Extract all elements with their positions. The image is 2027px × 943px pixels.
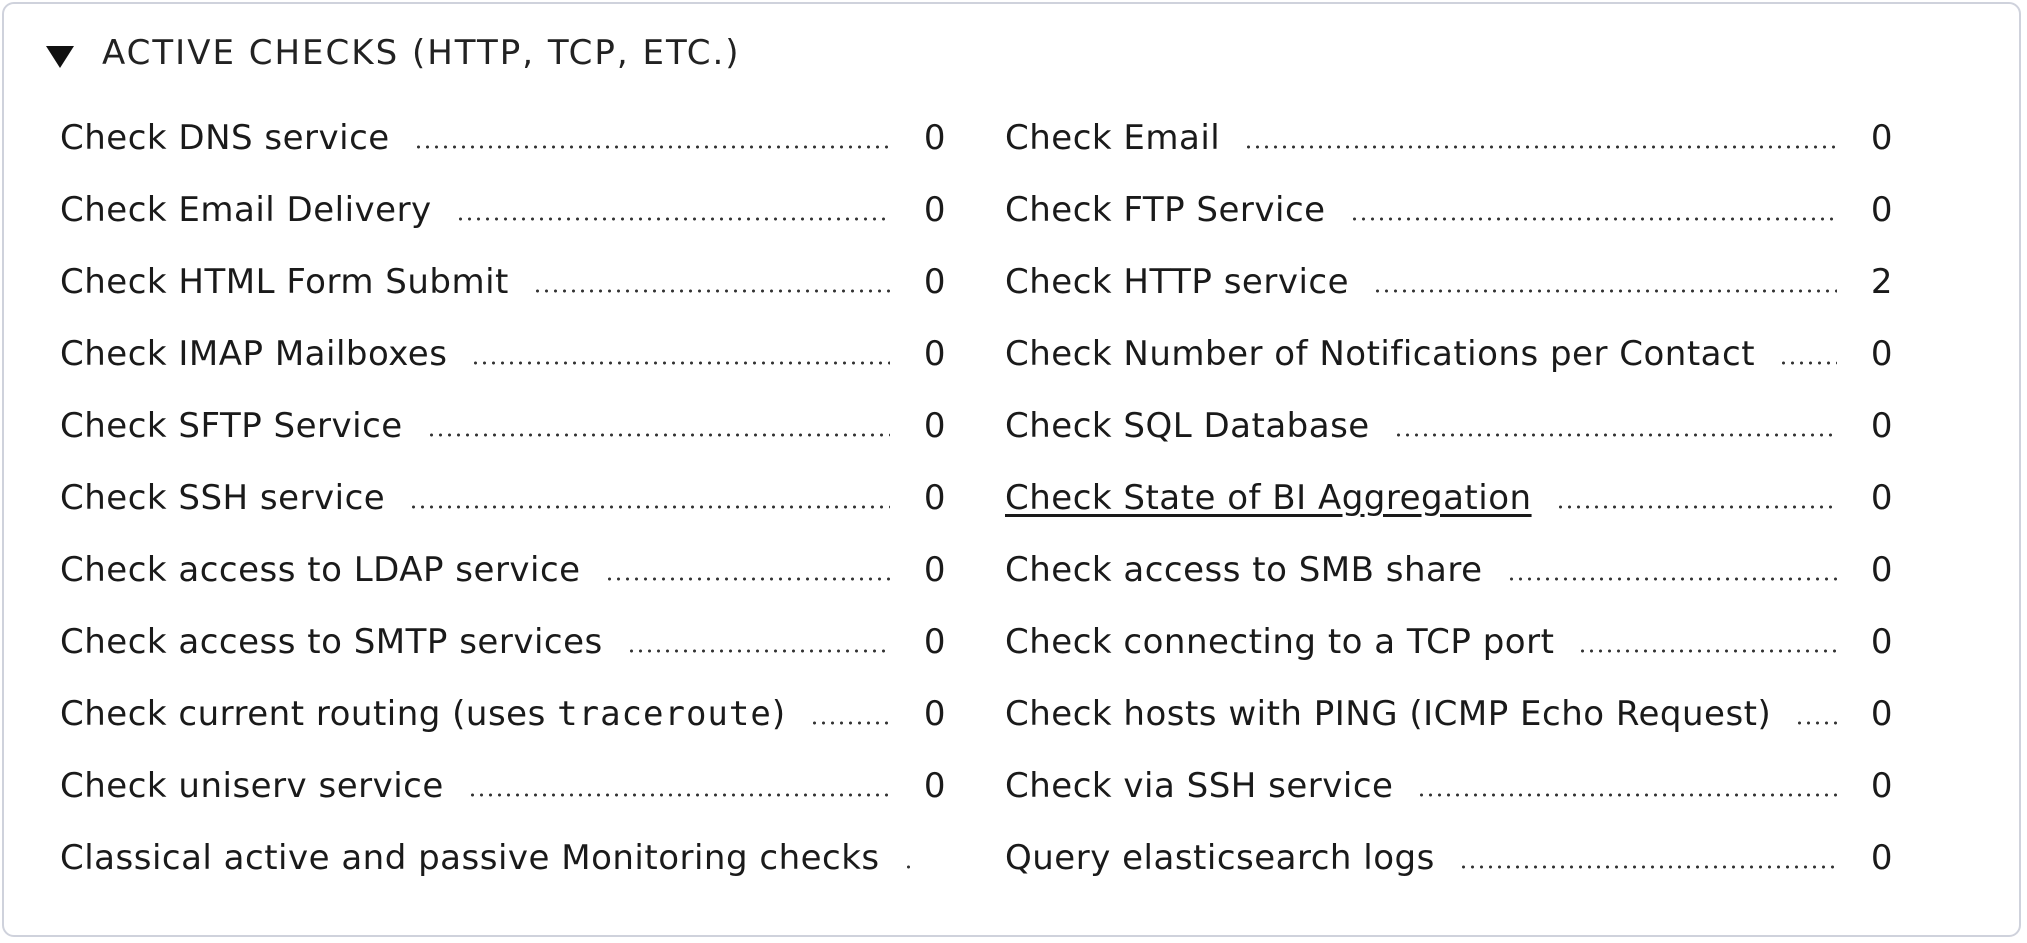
- dot-leader: [1349, 217, 1837, 221]
- check-count: 0: [923, 550, 946, 590]
- check-label-prefix: Check current routing (uses: [60, 694, 558, 734]
- dot-leader: [467, 793, 890, 797]
- dot-leader: [1458, 865, 1837, 869]
- section-header-toggle[interactable]: ACTIVE CHECKS (HTTP, TCP, ETC.): [46, 30, 741, 76]
- check-item-via-ssh[interactable]: Check via SSH service 0: [1005, 750, 1893, 822]
- dot-leader: [1795, 721, 1837, 725]
- check-label: Check HTML Form Submit: [60, 262, 509, 302]
- check-item-html-form[interactable]: Check HTML Form Submit 0: [60, 246, 946, 318]
- dot-leader: [413, 145, 890, 149]
- dot-leader: [626, 649, 890, 653]
- check-count: 0: [1870, 622, 1893, 662]
- check-item-smtp[interactable]: Check access to SMTP services 0: [60, 606, 946, 678]
- check-count: 0: [923, 622, 946, 662]
- dot-leader: [455, 217, 890, 221]
- dot-leader: [409, 505, 890, 509]
- check-item-elasticsearch[interactable]: Query elasticsearch logs 0: [1005, 822, 1893, 894]
- check-count: 0: [1870, 406, 1893, 446]
- check-label: Check IMAP Mailboxes: [60, 334, 448, 374]
- check-label: Check FTP Service: [1005, 190, 1326, 230]
- check-label: Check uniserv service: [60, 766, 444, 806]
- check-count: 0: [1870, 766, 1893, 806]
- check-label: Check via SSH service: [1005, 766, 1394, 806]
- check-item-http[interactable]: Check HTTP service 2: [1005, 246, 1893, 318]
- active-checks-panel: ACTIVE CHECKS (HTTP, TCP, ETC.) Check DN…: [2, 2, 2021, 937]
- dot-leader: [1417, 793, 1837, 797]
- check-count: 2: [1870, 262, 1893, 302]
- check-item-ftp[interactable]: Check FTP Service 0: [1005, 174, 1893, 246]
- check-count: 0: [923, 694, 946, 734]
- check-item-uniserv[interactable]: Check uniserv service 0: [60, 750, 946, 822]
- check-item-classical[interactable]: Classical active and passive Monitoring …: [60, 822, 946, 894]
- check-label: Check hosts with PING (ICMP Echo Request…: [1005, 694, 1772, 734]
- check-item-ssh[interactable]: Check SSH service 0: [60, 462, 946, 534]
- check-count: 0: [1870, 478, 1893, 518]
- check-list: Check DNS service 0 Check Email 0 Check …: [60, 102, 1893, 894]
- dot-leader: [903, 865, 914, 869]
- check-count: 0: [923, 118, 946, 158]
- check-count: 0: [923, 262, 946, 302]
- check-item-sftp[interactable]: Check SFTP Service 0: [60, 390, 946, 462]
- check-count: 0: [1870, 118, 1893, 158]
- check-count: 0: [1870, 838, 1893, 878]
- check-count: 0: [1870, 694, 1893, 734]
- check-label: Check access to LDAP service: [60, 550, 581, 590]
- check-count: 2: [914, 838, 946, 878]
- check-label-code: traceroute: [557, 694, 772, 734]
- check-label: Check current routing (uses traceroute): [60, 694, 810, 734]
- dot-leader: [1779, 361, 1837, 365]
- section-title: ACTIVE CHECKS (HTTP, TCP, ETC.): [102, 33, 741, 73]
- check-label: Check DNS service: [60, 118, 390, 158]
- dot-leader: [532, 289, 890, 293]
- check-label: Check Email: [1005, 118, 1221, 158]
- check-item-dns[interactable]: Check DNS service 0: [60, 102, 946, 174]
- check-item-notifications[interactable]: Check Number of Notifications per Contac…: [1005, 318, 1893, 390]
- dot-leader: [1506, 577, 1837, 581]
- check-item-bi-aggregation[interactable]: Check State of BI Aggregation 0: [1005, 462, 1893, 534]
- dot-leader: [1393, 433, 1837, 437]
- check-item-email-delivery[interactable]: Check Email Delivery 0: [60, 174, 946, 246]
- check-item-ping[interactable]: Check hosts with PING (ICMP Echo Request…: [1005, 678, 1893, 750]
- check-label-suffix: ): [771, 694, 786, 734]
- check-count: 0: [923, 406, 946, 446]
- check-label: Check SSH service: [60, 478, 386, 518]
- check-item-tcp[interactable]: Check connecting to a TCP port 0: [1005, 606, 1893, 678]
- check-label: Check Email Delivery: [60, 190, 432, 230]
- check-item-ldap[interactable]: Check access to LDAP service 0: [60, 534, 946, 606]
- check-item-email[interactable]: Check Email 0: [1005, 102, 1893, 174]
- dot-leader: [1244, 145, 1837, 149]
- check-label: Check SQL Database: [1005, 406, 1370, 446]
- check-label: Classical active and passive Monitoring …: [60, 838, 880, 878]
- check-count: 0: [1870, 334, 1893, 374]
- check-label: Query elasticsearch logs: [1005, 838, 1435, 878]
- check-count: 0: [923, 190, 946, 230]
- check-label: Check connecting to a TCP port: [1005, 622, 1555, 662]
- check-count: 0: [923, 334, 946, 374]
- dot-leader: [426, 433, 890, 437]
- dot-leader: [1578, 649, 1837, 653]
- dot-leader: [1555, 505, 1837, 509]
- bi-aggregation-link[interactable]: Check State of BI Aggregation: [1005, 478, 1556, 518]
- check-item-imap[interactable]: Check IMAP Mailboxes 0: [60, 318, 946, 390]
- check-label: Check access to SMB share: [1005, 550, 1483, 590]
- triangle-down-icon: [46, 46, 74, 68]
- check-count: 0: [1870, 550, 1893, 590]
- dot-leader: [809, 721, 890, 725]
- check-item-smb[interactable]: Check access to SMB share 0: [1005, 534, 1893, 606]
- check-count: 0: [1870, 190, 1893, 230]
- check-label: Check HTTP service: [1005, 262, 1350, 302]
- check-count: 0: [923, 766, 946, 806]
- dot-leader: [471, 361, 890, 365]
- check-count: 0: [923, 478, 946, 518]
- dot-leader: [604, 577, 890, 581]
- check-label: Check Number of Notifications per Contac…: [1005, 334, 1756, 374]
- check-item-sql[interactable]: Check SQL Database 0: [1005, 390, 1893, 462]
- dot-leader: [1373, 289, 1837, 293]
- check-item-traceroute[interactable]: Check current routing (uses traceroute) …: [60, 678, 946, 750]
- check-label: Check SFTP Service: [60, 406, 403, 446]
- check-label: Check access to SMTP services: [60, 622, 603, 662]
